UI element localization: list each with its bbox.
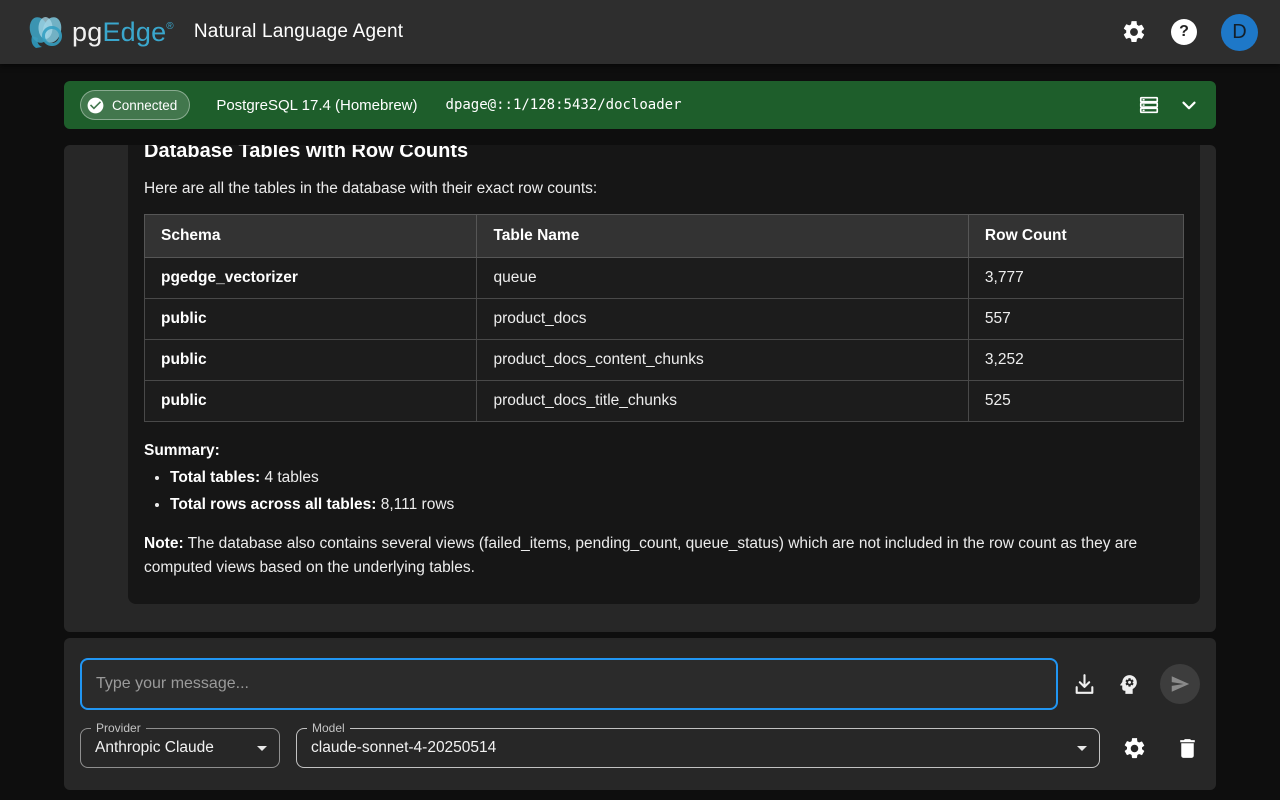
list-rows-icon <box>1138 94 1160 116</box>
cell-schema: public <box>145 299 477 340</box>
logo-edge: Edge <box>102 17 166 48</box>
connection-status-badge: Connected <box>80 90 190 120</box>
connection-actions <box>1138 94 1200 116</box>
app-header: pgEdge® Natural Language Agent ? D <box>0 0 1280 64</box>
table-header-row: Schema Table Name Row Count <box>145 215 1184 258</box>
cell-table-name: product_docs <box>477 299 968 340</box>
send-button[interactable] <box>1160 664 1200 704</box>
chat-history[interactable]: Database Tables with Row Counts Here are… <box>64 145 1216 632</box>
table-row: pgedge_vectorizer queue 3,777 <box>145 258 1184 299</box>
prompt-tools-button[interactable] <box>1116 672 1141 697</box>
avatar: D <box>1221 14 1258 51</box>
column-header-row-count: Row Count <box>968 215 1183 258</box>
composer-settings-row: Provider Anthropic Claude Model claude-s… <box>80 728 1200 768</box>
cell-table-name: product_docs_title_chunks <box>477 381 968 422</box>
download-icon <box>1072 672 1097 697</box>
user-menu-button[interactable]: D <box>1221 14 1258 51</box>
bullet-label: Total tables: <box>170 469 260 486</box>
pgedge-logo-icon <box>22 8 70 56</box>
dropdown-caret-icon <box>1077 746 1087 751</box>
cell-row-count: 3,252 <box>968 340 1183 381</box>
check-circle-icon <box>86 96 105 115</box>
header-actions: ? D <box>1121 14 1258 51</box>
help-button[interactable]: ? <box>1171 19 1197 45</box>
note-label: Note: <box>144 535 184 552</box>
message-note: Note: The database also contains several… <box>144 532 1184 580</box>
message-intro: Here are all the tables in the database … <box>144 179 1184 198</box>
bullet-value: 4 tables <box>260 469 319 486</box>
cell-schema: public <box>145 340 477 381</box>
bullet-label: Total rows across all tables: <box>170 496 376 513</box>
cell-schema: public <box>145 381 477 422</box>
chevron-down-icon <box>1178 94 1200 116</box>
logo-registered-mark: ® <box>166 21 174 32</box>
model-label: Model <box>307 721 350 735</box>
cell-table-name: product_docs_content_chunks <box>477 340 968 381</box>
column-header-schema: Schema <box>145 215 477 258</box>
provider-label: Provider <box>91 721 146 735</box>
trash-icon <box>1175 736 1200 761</box>
download-button[interactable] <box>1072 672 1097 697</box>
server-version-label: PostgreSQL 17.4 (Homebrew) <box>216 97 417 114</box>
table-row: public product_docs_content_chunks 3,252 <box>145 340 1184 381</box>
connection-banner: Connected PostgreSQL 17.4 (Homebrew) dpa… <box>64 81 1216 129</box>
connection-status-label: Connected <box>112 98 177 113</box>
cell-row-count: 3,777 <box>968 258 1183 299</box>
db-tables-table: Schema Table Name Row Count pgedge_vecto… <box>144 214 1184 422</box>
logo-pg: pg <box>72 17 102 48</box>
composer-input-row <box>80 658 1200 710</box>
bullet-value: 8,111 rows <box>376 496 454 513</box>
gear-icon <box>1122 736 1147 761</box>
note-text: The database also contains several views… <box>144 535 1137 576</box>
page-title: Natural Language Agent <box>194 21 403 43</box>
summary-heading: Summary: <box>144 442 1184 460</box>
message-heading: Database Tables with Row Counts <box>144 145 1184 163</box>
list-item: Total rows across all tables: 8,111 rows <box>170 496 1184 514</box>
send-icon <box>1169 673 1191 695</box>
help-icon: ? <box>1171 19 1197 45</box>
cell-schema: pgedge_vectorizer <box>145 258 477 299</box>
psychology-icon <box>1116 672 1141 697</box>
model-value: claude-sonnet-4-20250514 <box>311 739 496 757</box>
composer-settings-actions <box>1122 736 1200 761</box>
gear-icon <box>1121 19 1147 45</box>
connection-list-button[interactable] <box>1138 94 1160 116</box>
list-item: Total tables: 4 tables <box>170 469 1184 487</box>
provider-value: Anthropic Claude <box>95 739 214 757</box>
settings-button[interactable] <box>1121 19 1147 45</box>
pgedge-logo: pgEdge® <box>22 8 174 56</box>
cell-table-name: queue <box>477 258 968 299</box>
clear-chat-button[interactable] <box>1175 736 1200 761</box>
message-input[interactable] <box>80 658 1058 710</box>
model-select[interactable]: Model claude-sonnet-4-20250514 <box>296 728 1100 768</box>
assistant-message: Database Tables with Row Counts Here are… <box>128 145 1200 604</box>
table-row: public product_docs_title_chunks 525 <box>145 381 1184 422</box>
dropdown-caret-icon <box>257 746 267 751</box>
summary-list: Total tables: 4 tables Total rows across… <box>144 469 1184 514</box>
cell-row-count: 557 <box>968 299 1183 340</box>
model-settings-button[interactable] <box>1122 736 1147 761</box>
composer-panel: Provider Anthropic Claude Model claude-s… <box>64 638 1216 790</box>
column-header-table-name: Table Name <box>477 215 968 258</box>
composer-input-actions <box>1072 664 1200 704</box>
table-row: public product_docs 557 <box>145 299 1184 340</box>
pgedge-logo-text: pgEdge® <box>72 17 174 48</box>
cell-row-count: 525 <box>968 381 1183 422</box>
provider-select[interactable]: Provider Anthropic Claude <box>80 728 280 768</box>
connection-string: dpage@::1/128:5432/docloader <box>446 97 682 113</box>
banner-collapse-button[interactable] <box>1178 94 1200 116</box>
